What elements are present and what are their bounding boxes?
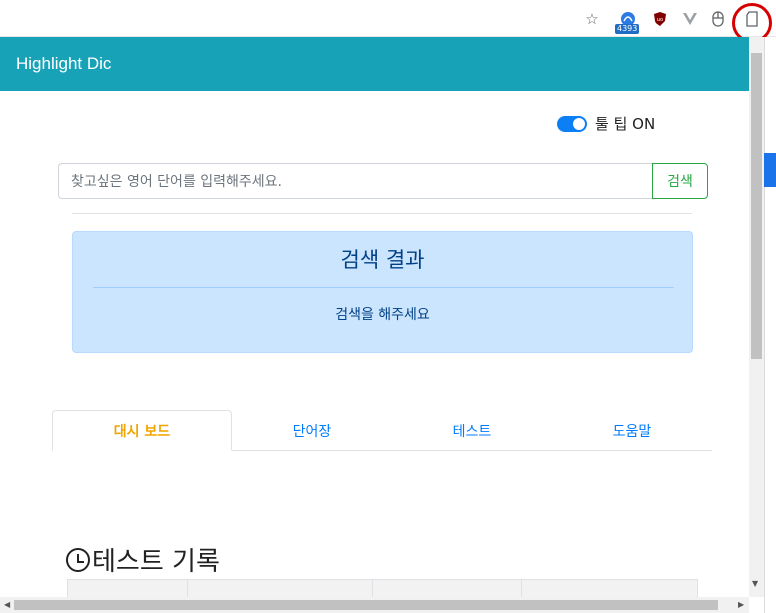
- ublock-icon[interactable]: uo: [651, 10, 669, 28]
- vue-devtools-icon[interactable]: [681, 10, 699, 28]
- toggle-knob: [573, 117, 585, 130]
- tab-wordbook[interactable]: 단어장: [232, 410, 392, 451]
- scroll-down-icon[interactable]: ▼: [752, 579, 758, 588]
- popup-header: Highlight Dic: [0, 37, 749, 91]
- browser-toolbar: ☆ 4393 uo: [0, 0, 776, 43]
- column-divider: [187, 580, 188, 597]
- history-table-header: [67, 579, 698, 597]
- vertical-scroll-thumb[interactable]: [751, 53, 762, 359]
- tab-bar: 대시 보드 단어장 테스트 도움말: [52, 410, 712, 451]
- divider: [72, 213, 692, 214]
- background-page: [764, 37, 776, 613]
- tooltip-toggle[interactable]: [557, 115, 587, 132]
- search-input[interactable]: 찾고싶은 영어 단어를 입력해주세요.: [58, 163, 652, 199]
- column-divider: [521, 580, 522, 597]
- search-result-box: 검색 결과 검색을 해주세요: [72, 231, 693, 353]
- search-group: 찾고싶은 영어 단어를 입력해주세요. 검색: [58, 163, 708, 199]
- horizontal-scrollbar[interactable]: ◀ ▶: [0, 597, 749, 613]
- result-message: 검색을 해주세요: [335, 307, 430, 323]
- background-page-button: [764, 153, 776, 187]
- scroll-right-icon[interactable]: ▶: [738, 600, 744, 609]
- mouse-icon[interactable]: [709, 10, 727, 28]
- test-history-heading: 테스트 기록: [66, 541, 220, 578]
- horizontal-scroll-thumb[interactable]: [14, 600, 718, 610]
- svg-text:uo: uo: [657, 17, 663, 23]
- search-button[interactable]: 검색: [652, 163, 708, 199]
- tooltip-toggle-row: 툴 팁 ON: [557, 113, 655, 134]
- star-icon[interactable]: ☆: [583, 10, 601, 28]
- tooltip-label: 툴 팁 ON: [595, 115, 656, 133]
- clock-icon: [66, 547, 90, 572]
- tab-test[interactable]: 테스트: [392, 410, 552, 451]
- extension-popup: Highlight Dic 툴 팁 ON 찾고싶은 영어 단어를 입력해주세요.…: [0, 37, 749, 597]
- scroll-left-icon[interactable]: ◀: [4, 600, 10, 609]
- result-divider: [93, 287, 674, 288]
- extension-badge-count: 4393: [615, 24, 640, 34]
- result-title: 검색 결과: [340, 248, 425, 272]
- test-history-title: 테스트 기록: [92, 547, 220, 577]
- popup-title: Highlight Dic: [16, 54, 112, 73]
- screen: ☆ 4393 uo Highlight Dic 툴 팁 ON 찾고싶은 영어 단…: [0, 0, 776, 613]
- tab-help[interactable]: 도움말: [552, 410, 712, 451]
- column-divider: [372, 580, 373, 597]
- vertical-scrollbar[interactable]: ▼: [749, 37, 764, 597]
- tab-dashboard[interactable]: 대시 보드: [52, 410, 232, 451]
